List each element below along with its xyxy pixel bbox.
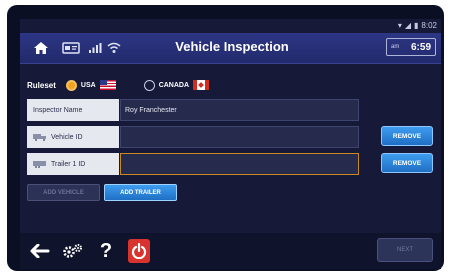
help-icon[interactable]: ? — [96, 239, 116, 263]
home-icon[interactable] — [30, 37, 52, 59]
wifi-signal-icon: ▾ — [397, 20, 402, 30]
radio-selected-icon[interactable] — [65, 79, 77, 91]
cell-signal-icon: ◢ — [404, 20, 412, 30]
system-status-bar: ▾ ◢ ▮ 8:02 — [398, 19, 437, 31]
trailer-id-row: Trailer 1 ID — [27, 153, 359, 175]
back-arrow-icon[interactable] — [28, 239, 52, 263]
inspector-name-row: Inspector Name Roy Franchester — [27, 99, 359, 121]
us-flag-icon — [99, 80, 116, 90]
app-screen: ▾ ◢ ▮ 8:02 Vehicle Inspection am 6:59 Ru… — [20, 19, 441, 269]
ruleset-option-label: USA — [80, 81, 96, 89]
trailer-id-label: Trailer 1 ID — [51, 160, 86, 168]
ruleset-option-canada[interactable]: CANADA — [143, 79, 210, 91]
vehicle-id-label-cell: Vehicle ID — [27, 126, 119, 148]
clock-ampm: am — [391, 44, 400, 50]
ruleset-option-usa[interactable]: USA — [65, 79, 116, 91]
power-icon[interactable] — [128, 239, 150, 263]
vehicle-id-row: Vehicle ID — [27, 126, 359, 148]
vehicle-id-label: Vehicle ID — [51, 133, 83, 141]
id-card-icon[interactable] — [60, 37, 82, 59]
canada-flag-icon — [193, 80, 210, 90]
signal-strength-icon — [86, 37, 104, 59]
settings-gears-icon[interactable] — [60, 239, 86, 263]
ruleset-selector: Ruleset USA CANADA — [27, 77, 210, 93]
truck-icon — [33, 134, 46, 141]
next-button[interactable]: NEXT — [377, 238, 433, 262]
bottom-nav-bar: ? NEXT — [20, 233, 441, 269]
status-time: 8:02 — [421, 20, 437, 30]
radio-unselected-icon[interactable] — [143, 79, 155, 91]
clock-time: 6:59 — [410, 41, 431, 53]
inspector-name-field[interactable]: Roy Franchester — [120, 99, 359, 121]
inspector-name-label: Inspector Name — [27, 99, 119, 121]
ruleset-label: Ruleset — [27, 80, 56, 90]
duty-clock: am 6:59 — [386, 38, 436, 56]
wifi-icon — [105, 37, 123, 59]
remove-trailer-button[interactable]: REMOVE — [381, 153, 433, 173]
battery-icon: ▮ — [414, 20, 419, 30]
page-title: Vehicle Inspection — [175, 39, 289, 54]
trailer-id-label-cell: Trailer 1 ID — [27, 153, 119, 175]
vehicle-id-field[interactable] — [120, 126, 359, 148]
trailer-id-field[interactable] — [120, 153, 359, 175]
add-vehicle-button[interactable]: ADD VEHICLE — [27, 184, 100, 201]
trailer-icon — [33, 161, 46, 168]
ruleset-option-label: CANADA — [158, 81, 190, 89]
title-bar: Vehicle Inspection am 6:59 — [20, 33, 441, 64]
add-trailer-button[interactable]: ADD TRAILER — [104, 184, 177, 201]
remove-vehicle-button[interactable]: REMOVE — [381, 126, 433, 146]
